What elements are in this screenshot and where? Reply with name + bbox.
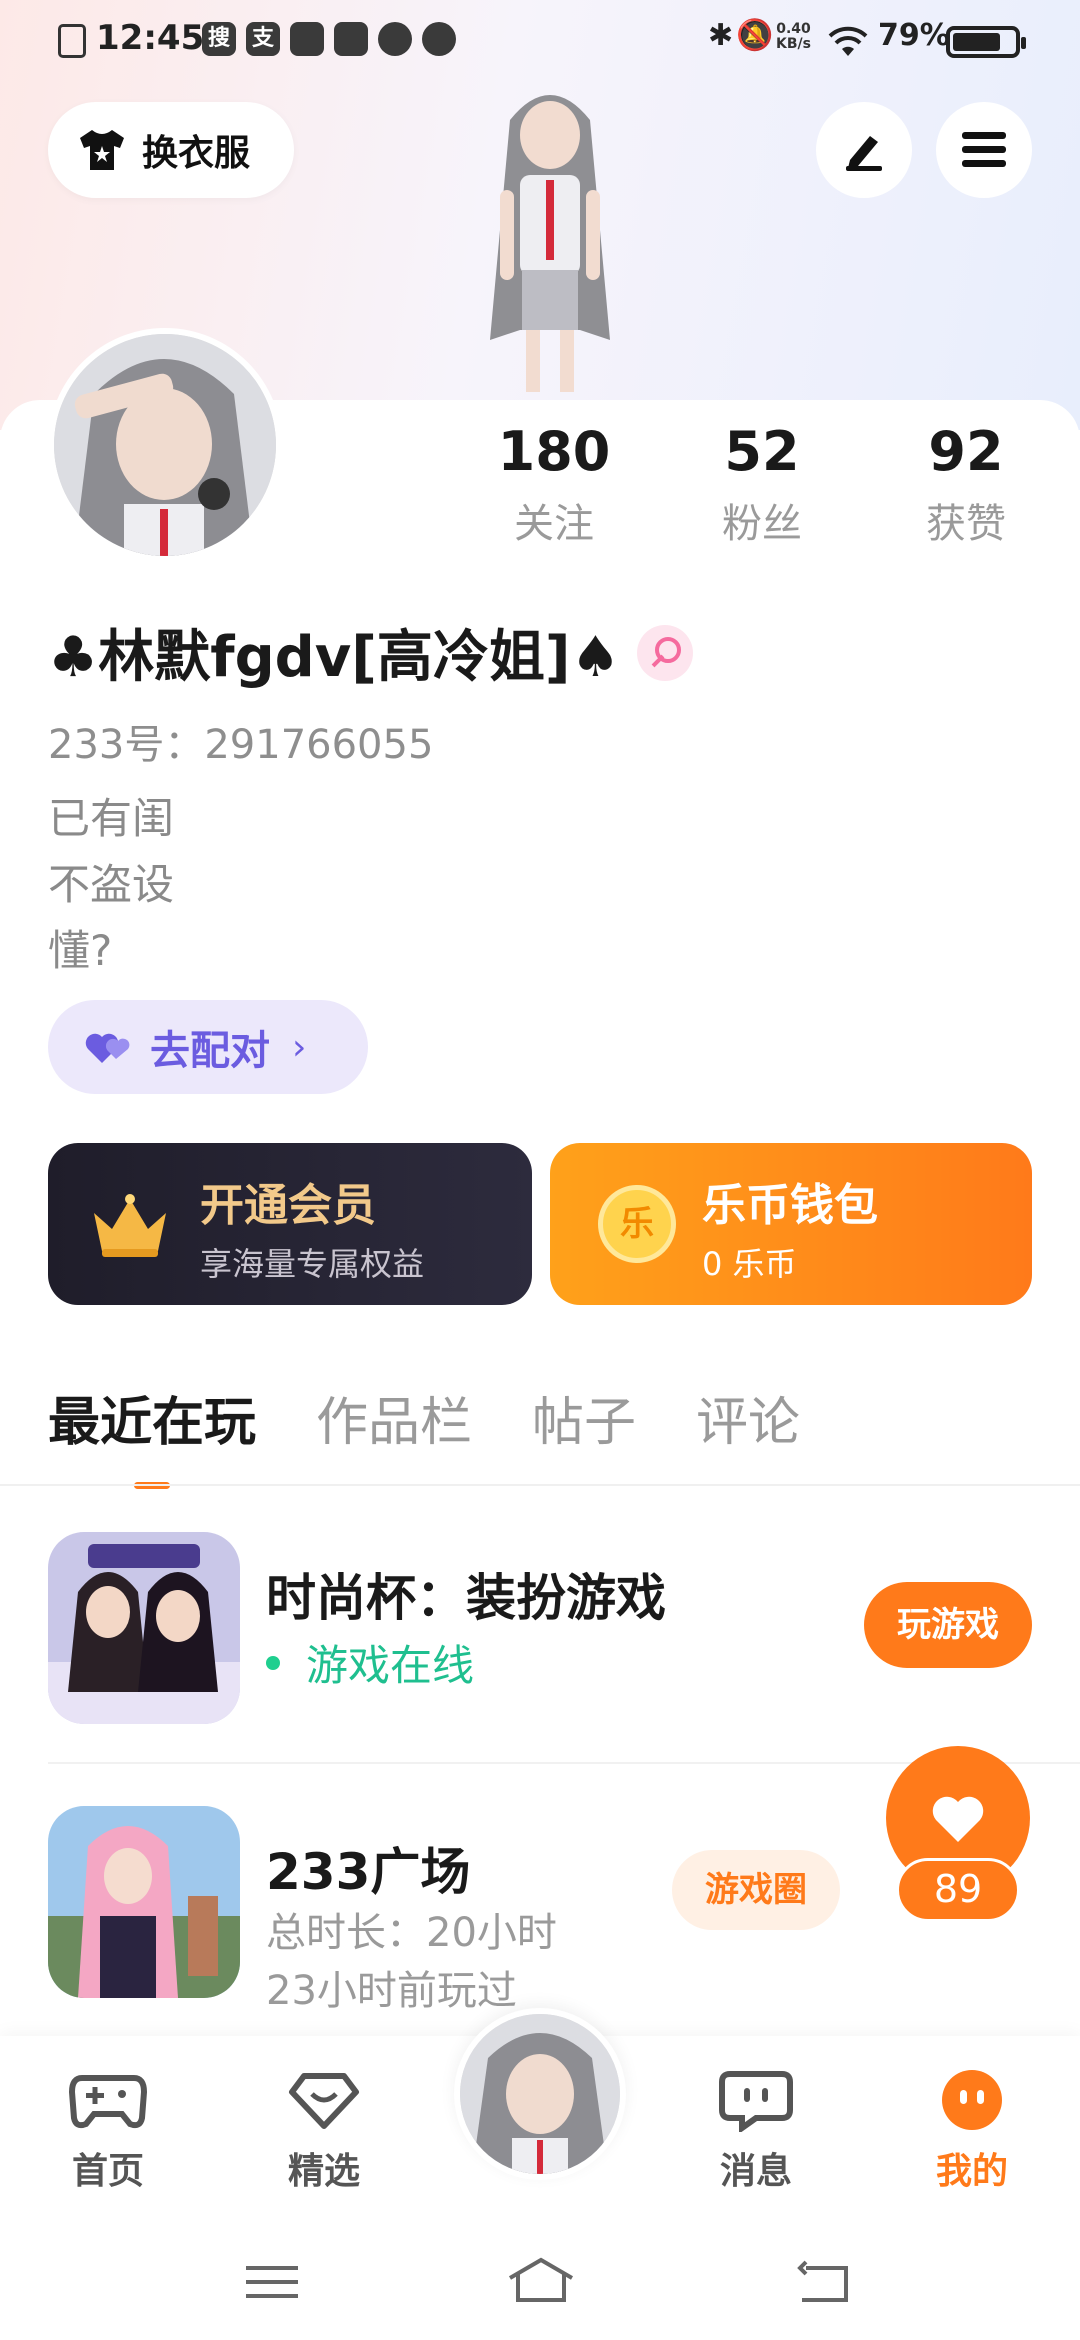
nav-avatar-image [460,2014,620,2174]
game-name: 时尚杯：装扮游戏 [266,1569,666,1627]
nav-mine-label: 我的 [935,2151,1008,2192]
game-row[interactable]: 233广场 总时长：20小时 23小时前玩过 游戏圈 [48,1806,1032,2014]
avatar-character-figure[interactable] [440,80,660,400]
bio-line: 不盗设 [48,860,175,909]
dress-up-button[interactable]: 换衣服 [48,102,294,198]
wifi-icon [828,26,868,56]
nav-home[interactable]: 首页 [38,2068,178,2194]
chat-bubble-icon [719,2071,793,2134]
mail-icon [290,22,324,56]
game-thumbnail [48,1532,240,1724]
hamburger-menu-icon [962,132,1006,167]
heart-diamond-icon [289,2073,359,2129]
dress-up-label: 换衣服 [142,133,251,174]
coin-icon: 乐 [598,1185,676,1263]
pair-label: 去配对 [150,1028,270,1074]
bio-line: 已有闺 [48,794,175,843]
chevron-right-icon: › [292,1026,307,1068]
game-last-played: 23小时前玩过 [266,1968,517,2014]
female-gender-icon [636,624,693,681]
home-icon[interactable] [506,2256,576,2304]
likes-label: 获赞 [926,501,1006,547]
following-stat[interactable]: 180 关注 [474,420,634,549]
nav-featured-label: 精选 [287,2151,360,2192]
game-thumbnail [48,1806,240,1998]
wallet-title: 乐币钱包 [702,1180,878,1231]
nickname: ♣林默fgdv[高冷姐]♠ [48,625,621,690]
battery-fill [953,33,1001,51]
app-icon [378,22,412,56]
avatar-image [54,334,276,556]
status-time: 12:45 [96,18,205,58]
vip-card[interactable]: 开通会员 享海量专属权益 [48,1143,532,1305]
menu-button[interactable] [936,102,1032,198]
game-name: 233广场 [266,1843,471,1901]
tab-posts[interactable]: 帖子 [532,1380,636,1455]
fans-label: 粉丝 [722,501,802,547]
network-speed-value: 0.40 [776,21,811,37]
tabs-divider [0,1484,1080,1486]
search-app-icon: 搜 [202,22,236,56]
tab-comments[interactable]: 评论 [696,1380,800,1455]
tab-works[interactable]: 作品栏 [316,1380,472,1455]
online-label: 游戏在线 [306,1641,475,1690]
tshirt-icon [80,130,124,170]
nav-mine[interactable]: 我的 [902,2068,1042,2194]
recent-apps-icon[interactable] [244,2262,300,2302]
bio: 已有闺 不盗设 懂? [48,786,174,984]
bluetooth-icon: ✱ [708,18,734,53]
nav-home-label: 首页 [71,2151,144,2192]
likes-stat[interactable]: 92 获赞 [886,420,1046,549]
status-bar: 12:45 搜 支 ✱ 🔕 0.40 KB/s 79% [0,0,1080,84]
vip-subtitle: 享海量专属权益 [200,1245,425,1283]
crown-icon [94,1194,166,1257]
back-icon[interactable] [796,2260,852,2304]
profile-avatar[interactable] [48,328,282,562]
likes-count: 92 [928,420,1004,483]
bio-line: 懂? [48,926,113,975]
like-count: 89 [896,1858,1020,1922]
wallet-balance: 0 乐币 [702,1245,797,1283]
network-speed-unit: KB/s [776,36,811,52]
following-label: 关注 [514,501,594,547]
tab-recently-played[interactable]: 最近在玩 [48,1380,256,1489]
nav-featured[interactable]: 精选 [254,2068,394,2194]
nickname-row: ♣林默fgdv[高冷姐]♠ [48,612,693,693]
plaza-game-thumbnail-image [48,1806,240,1998]
alipay-icon: 支 [246,22,280,56]
browser-icon [422,22,456,56]
nav-messages[interactable]: 消息 [686,2068,826,2194]
game-duration: 总时长：20小时 [266,1910,557,1956]
fashion-game-thumbnail-image [48,1532,240,1724]
like-float-button[interactable]: 89 [886,1746,1030,1946]
gamepad-icon [68,2075,148,2129]
wallet-card[interactable]: 乐 乐币钱包 0 乐币 [550,1143,1032,1305]
game-row[interactable]: 时尚杯：装扮游戏 游戏在线 玩游戏 [48,1532,1032,1728]
profile-tabs: 最近在玩 作品栏 帖子 评论 [48,1380,860,1489]
user-id: 233号：291766055 [48,722,434,768]
nav-messages-label: 消息 [719,2151,792,2192]
online-dot-icon [266,1655,280,1670]
vip-title: 开通会员 [200,1180,376,1231]
game-online-status: 游戏在线 [266,1632,474,1693]
fans-count: 52 [724,420,800,483]
following-count: 180 [497,420,611,483]
smile-face-icon [942,2070,1002,2130]
network-speed: 0.40 KB/s [776,22,811,52]
pencil-icon [846,136,882,171]
nav-avatar-button[interactable] [454,2008,626,2180]
system-nav-bar [0,2220,1080,2340]
play-app-icon [334,22,368,56]
fans-stat[interactable]: 52 粉丝 [682,420,842,549]
game-circle-button[interactable]: 游戏圈 [672,1850,840,1930]
mute-icon: 🔕 [736,18,774,53]
battery-icon [946,26,1026,58]
hearts-icon [85,1033,130,1063]
heart-icon [932,1796,984,1842]
edit-button[interactable] [816,102,912,198]
play-game-button[interactable]: 玩游戏 [864,1582,1032,1668]
sim-icon [58,24,86,58]
pair-button[interactable]: 去配对 › [48,1000,368,1094]
battery-percent: 79% [878,18,950,53]
